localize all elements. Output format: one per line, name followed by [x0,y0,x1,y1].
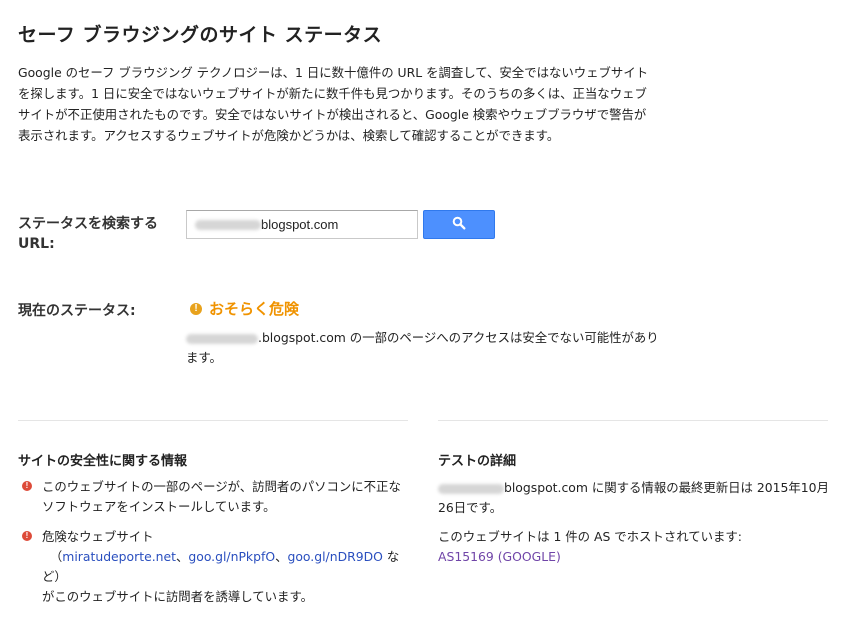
link-dangerous-site-1[interactable]: miratudeporte.net [62,549,176,564]
search-icon [452,215,466,234]
redacted-subdomain [438,483,504,494]
search-button[interactable] [423,210,495,239]
updated-domain: blogspot.com [504,480,588,495]
divider-right [438,420,828,421]
warning-icon: ! [190,302,202,315]
status-text: おそらく危険 [209,300,300,318]
hosted-label: このウェブサイトは 1 件の AS でホストされています: [438,529,742,544]
status-domain: .blogspot.com [258,330,346,345]
issue-text: 危険なウェブサイト （miratudeporte.net、goo.gl/nPkp… [42,527,412,607]
redacted-subdomain [195,219,261,230]
status-value: ! おそらく危険 [190,298,299,319]
search-input-value: blogspot.com [261,217,339,232]
hosted-text: このウェブサイトは 1 件の AS でホストされています: AS15169 (G… [438,527,833,567]
status-label: 現在のステータス: [18,303,136,319]
divider-left [18,420,408,421]
last-updated-text: blogspot.com に関する情報の最終更新日は 2015年10月26日です… [438,478,833,518]
separator: 、 [275,549,288,564]
redacted-subdomain [186,333,258,344]
intro-text: Google のセーフ ブラウジング テクノロジーは、1 日に数十億件の URL… [18,65,649,143]
site-info-heading: サイトの安全性に関する情報 [18,454,188,469]
test-details-heading: テストの詳細 [438,454,517,469]
issue-item: ! このウェブサイトの一部のページが、訪問者のパソコンに不正なソフトウェアをイン… [22,477,412,517]
page-title: セーフ ブラウジングのサイト ステータス [18,24,383,46]
link-dangerous-site-3[interactable]: goo.gl/nDR9DO [287,549,382,564]
issue-prefix: 危険なウェブサイト [42,529,154,544]
issue-text: このウェブサイトの一部のページが、訪問者のパソコンに不正なソフトウェアをインスト… [42,479,401,514]
error-icon: ! [22,481,32,491]
search-input[interactable]: blogspot.com [186,210,418,239]
as-link[interactable]: AS15169 (GOOGLE) [438,549,561,564]
separator: 、 [175,549,189,564]
issue-open-paren: （ [49,549,63,564]
link-dangerous-site-2[interactable]: goo.gl/nPkpfO [188,549,275,564]
issue-item: ! 危険なウェブサイト （miratudeporte.net、goo.gl/nP… [22,527,412,607]
issue-suffix: がこのウェブサイトに訪問者を誘導しています。 [42,589,313,604]
status-description: .blogspot.com の一部のページへのアクセスは安全でない可能性がありま… [186,328,666,368]
error-icon: ! [22,531,32,541]
search-label: ステータスを検索する URL: [18,216,158,252]
